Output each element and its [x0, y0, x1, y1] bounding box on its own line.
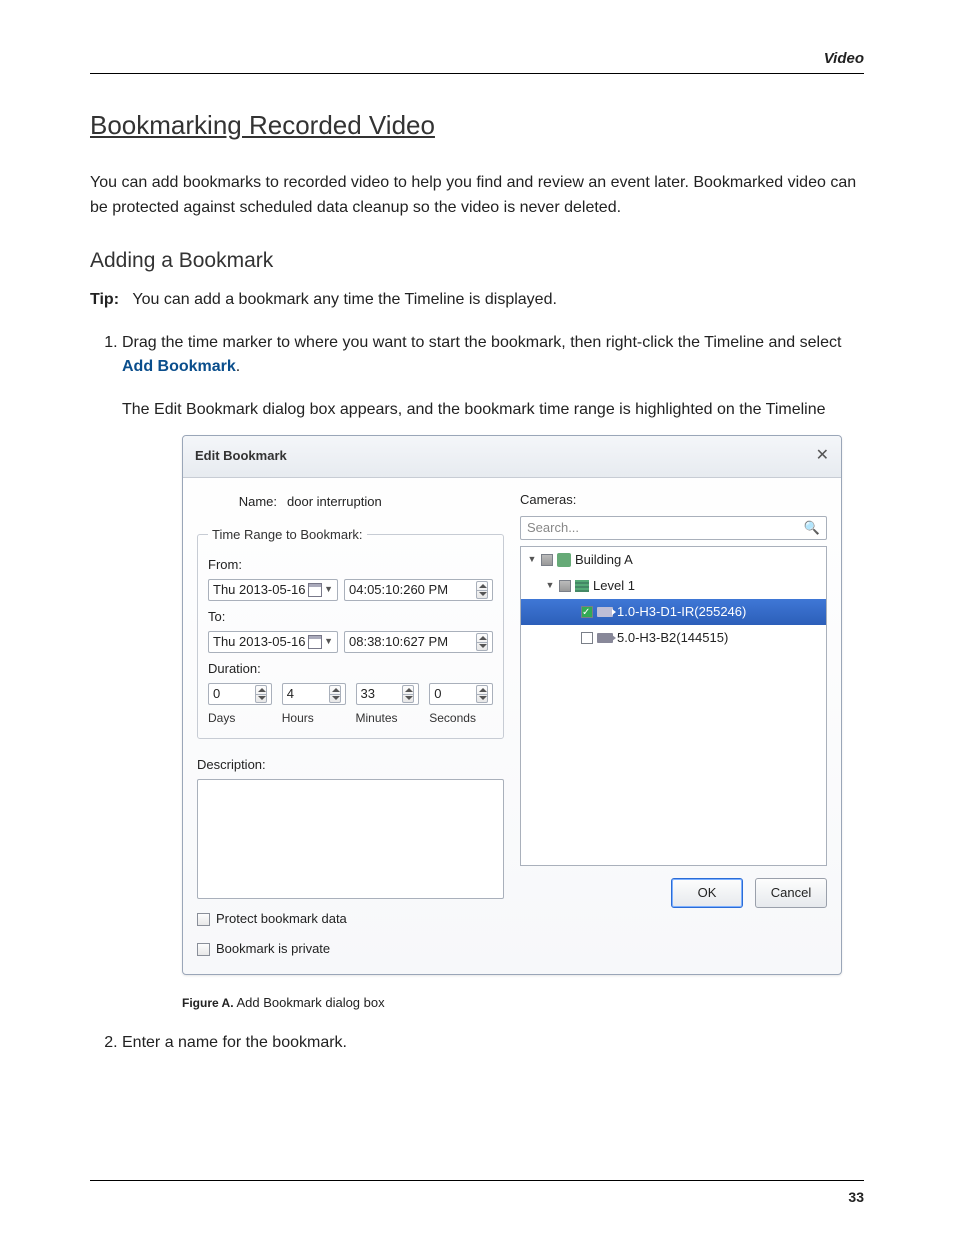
- tree-level-label: Level 1: [593, 576, 635, 596]
- spinner-icon[interactable]: [476, 633, 488, 651]
- figure-label: Figure A.: [182, 996, 234, 1010]
- tree-site-label: Building A: [575, 550, 633, 570]
- cameras-label: Cameras:: [520, 490, 827, 510]
- page-footer: 33: [90, 1180, 864, 1205]
- to-time-input[interactable]: 08:38:10:627 PM: [344, 631, 493, 653]
- spinner-icon[interactable]: [402, 685, 414, 703]
- camera-checkbox[interactable]: [581, 606, 593, 618]
- duration-hours-value: 4: [287, 684, 294, 704]
- camera-checkbox[interactable]: [581, 632, 593, 644]
- tree-camera-label: 5.0-H3-B2(144515): [617, 628, 728, 648]
- description-label: Description:: [197, 755, 504, 775]
- duration-hours-input[interactable]: 4: [282, 683, 346, 705]
- private-checkbox[interactable]: [197, 943, 210, 956]
- to-label: To:: [208, 607, 493, 627]
- site-checkbox[interactable]: [541, 554, 553, 566]
- spinner-icon[interactable]: [255, 685, 267, 703]
- header-section: Video: [824, 50, 864, 67]
- protect-label: Protect bookmark data: [216, 909, 347, 929]
- from-time-input[interactable]: 04:05:10:260 PM: [344, 579, 493, 601]
- calendar-icon[interactable]: [308, 583, 322, 597]
- duration-seconds-input[interactable]: 0: [429, 683, 493, 705]
- cancel-button[interactable]: Cancel: [755, 878, 827, 908]
- duration-label: Duration:: [208, 659, 493, 679]
- step-1: Drag the time marker to where you want t…: [122, 331, 864, 1013]
- figure-caption: Figure A. Add Bookmark dialog box: [182, 993, 864, 1013]
- server-icon: [557, 553, 571, 567]
- name-input[interactable]: door interruption: [285, 490, 504, 515]
- figure-wrap: Edit Bookmark ✕ Name: door interruption …: [182, 435, 864, 975]
- tree-site-row[interactable]: ▼ Building A: [521, 547, 826, 573]
- description-input[interactable]: [197, 779, 504, 899]
- floor-icon: [575, 580, 589, 592]
- seconds-label: Seconds: [429, 709, 476, 728]
- subsection-title: Adding a Bookmark: [90, 249, 864, 273]
- duration-days-value: 0: [213, 684, 220, 704]
- edit-bookmark-dialog: Edit Bookmark ✕ Name: door interruption …: [182, 435, 842, 975]
- page-number: 33: [848, 1189, 864, 1205]
- range-legend: Time Range to Bookmark:: [208, 525, 367, 545]
- from-time-value: 04:05:10:260 PM: [349, 580, 448, 600]
- page-title: Bookmarking Recorded Video: [90, 110, 864, 141]
- add-bookmark-link[interactable]: Add Bookmark: [122, 358, 236, 375]
- intro-paragraph: You can add bookmarks to recorded video …: [90, 171, 864, 221]
- days-label: Days: [208, 709, 235, 728]
- chevron-down-icon[interactable]: ▼: [324, 583, 333, 597]
- camera-icon: [597, 633, 613, 643]
- name-label: Name:: [197, 492, 277, 512]
- tree-level-row[interactable]: ▼ Level 1: [521, 573, 826, 599]
- duration-seconds-value: 0: [434, 684, 441, 704]
- protect-checkbox[interactable]: [197, 913, 210, 926]
- dialog-title: Edit Bookmark: [195, 446, 287, 466]
- hours-label: Hours: [282, 709, 314, 728]
- tip-label: Tip:: [90, 291, 119, 308]
- chevron-down-icon[interactable]: ▼: [324, 635, 333, 649]
- camera-search-input[interactable]: Search... 🔍: [520, 516, 827, 540]
- from-date-picker[interactable]: Thu 2013-05-16 ▼: [208, 579, 338, 601]
- dialog-title-bar: Edit Bookmark ✕: [183, 436, 841, 478]
- spinner-icon[interactable]: [476, 581, 488, 599]
- time-range-fieldset: Time Range to Bookmark: From: Thu 2013-0…: [197, 525, 504, 739]
- chevron-down-icon[interactable]: ▼: [545, 579, 555, 593]
- calendar-icon[interactable]: [308, 635, 322, 649]
- search-placeholder: Search...: [527, 518, 579, 538]
- close-icon[interactable]: ✕: [816, 444, 829, 469]
- spinner-icon[interactable]: [329, 685, 341, 703]
- step-1-subtext: The Edit Bookmark dialog box appears, an…: [122, 398, 864, 423]
- step-1-text-a: Drag the time marker to where you want t…: [122, 334, 841, 351]
- from-date-value: Thu 2013-05-16: [213, 580, 306, 600]
- duration-minutes-value: 33: [361, 684, 375, 704]
- spinner-icon[interactable]: [476, 685, 488, 703]
- tip: Tip: You can add a bookmark any time the…: [90, 291, 864, 309]
- page-header: Video: [90, 50, 864, 74]
- minutes-label: Minutes: [356, 709, 398, 728]
- camera-tree[interactable]: ▼ Building A ▼ Le: [520, 546, 827, 866]
- to-time-value: 08:38:10:627 PM: [349, 632, 448, 652]
- duration-days-input[interactable]: 0: [208, 683, 272, 705]
- search-icon[interactable]: 🔍: [804, 518, 820, 538]
- step-2: Enter a name for the bookmark.: [122, 1031, 864, 1056]
- to-date-picker[interactable]: Thu 2013-05-16 ▼: [208, 631, 338, 653]
- tree-camera-row[interactable]: 5.0-H3-B2(144515): [521, 625, 826, 651]
- tree-camera-label: 1.0-H3-D1-IR(255246): [617, 602, 746, 622]
- figure-text: Add Bookmark dialog box: [236, 995, 384, 1010]
- from-label: From:: [208, 555, 493, 575]
- tree-camera-row[interactable]: 1.0-H3-D1-IR(255246): [521, 599, 826, 625]
- steps-list: Drag the time marker to where you want t…: [122, 331, 864, 1056]
- level-checkbox[interactable]: [559, 580, 571, 592]
- chevron-down-icon[interactable]: ▼: [527, 553, 537, 567]
- tip-text: You can add a bookmark any time the Time…: [132, 291, 557, 308]
- camera-icon: [597, 607, 613, 617]
- ok-button[interactable]: OK: [671, 878, 743, 908]
- duration-minutes-input[interactable]: 33: [356, 683, 420, 705]
- step-1-text-b: .: [236, 358, 240, 375]
- private-label: Bookmark is private: [216, 939, 330, 959]
- to-date-value: Thu 2013-05-16: [213, 632, 306, 652]
